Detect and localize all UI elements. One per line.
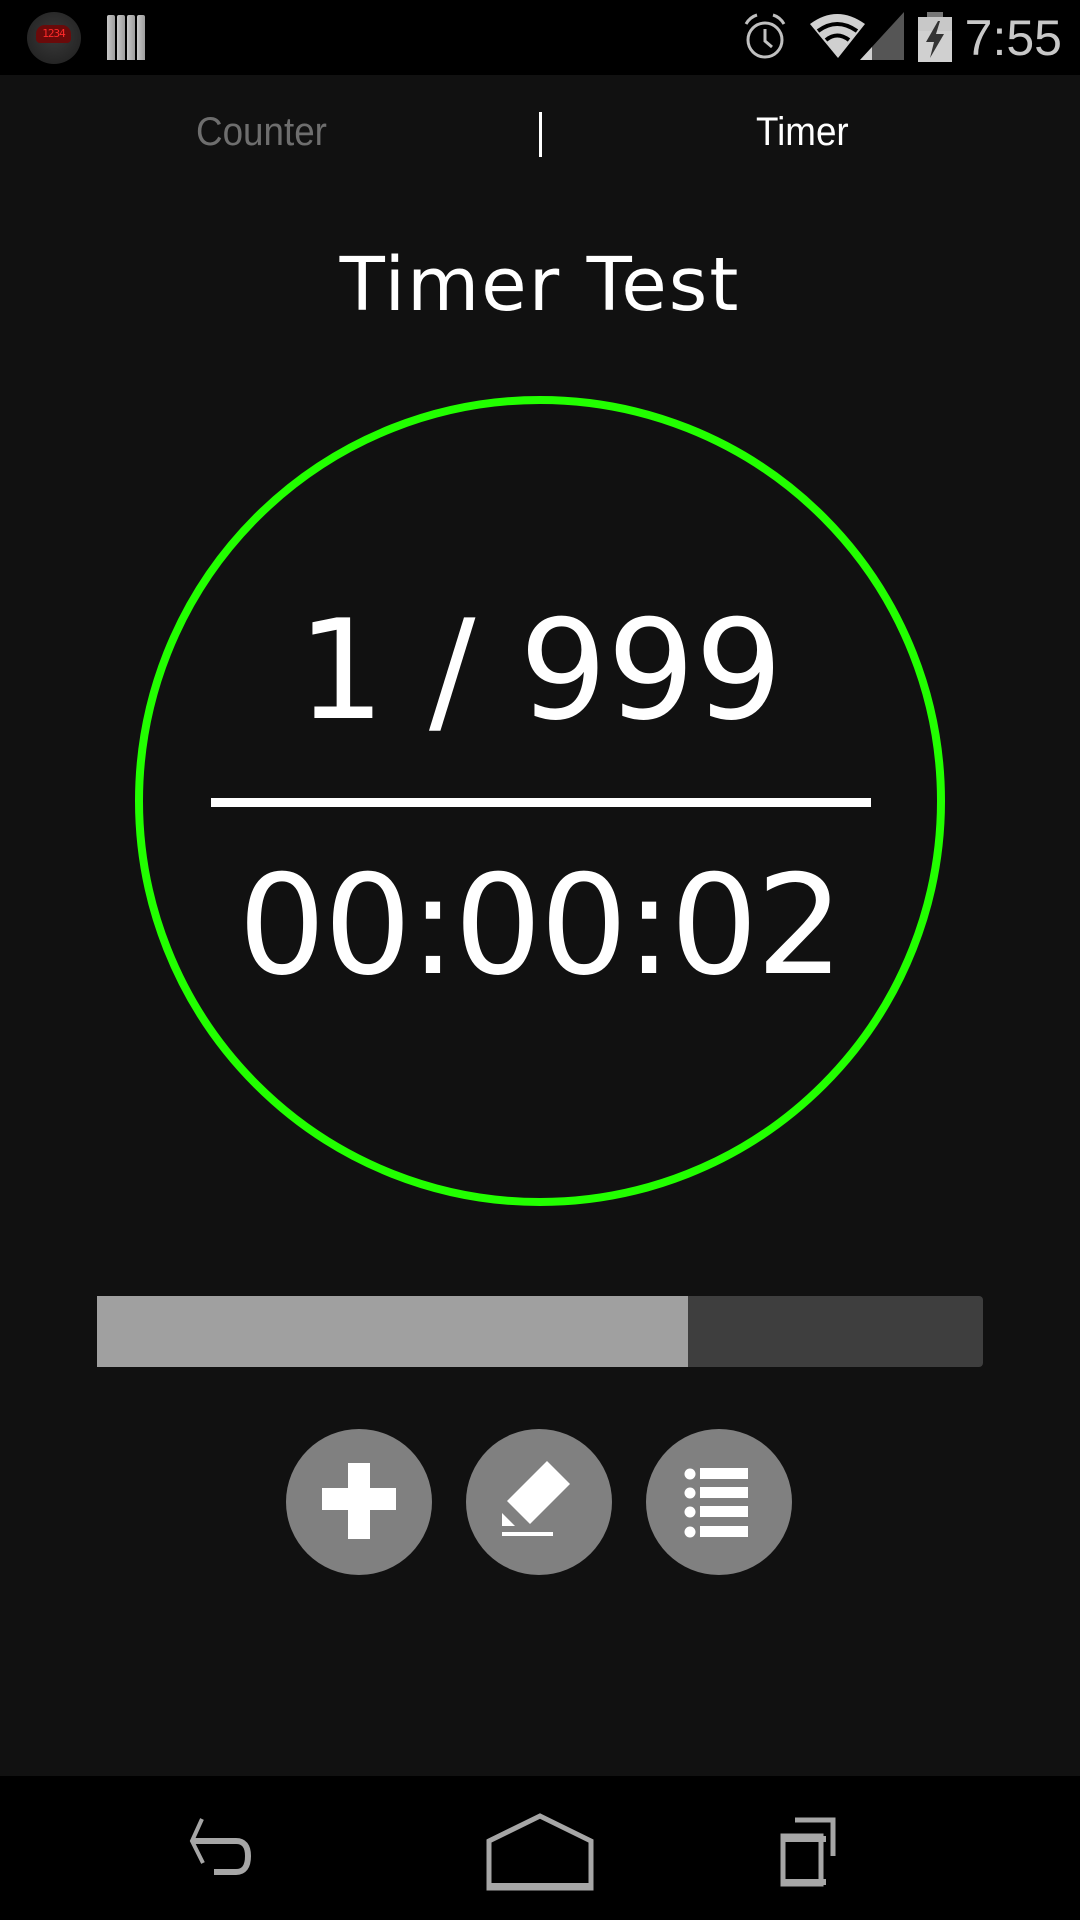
tab-bar: Counter Timer: [0, 75, 1080, 195]
elapsed-time: 00:00:02: [238, 845, 844, 1006]
list-icon: [684, 1468, 748, 1538]
clock: 7:55: [964, 10, 1062, 66]
alarm-icon: [744, 13, 786, 59]
status-bar: 1234 7:55: [0, 0, 1080, 75]
home-icon: [486, 1813, 594, 1891]
back-icon: [189, 1818, 252, 1875]
recents-icon: [780, 1817, 836, 1887]
tab-divider: [539, 112, 542, 157]
counter-app-icon: 1234: [27, 12, 81, 64]
add-button[interactable]: [286, 1429, 432, 1575]
plus-icon: [322, 1463, 396, 1539]
recents-button[interactable]: [740, 1776, 940, 1920]
led-readout: 1234: [36, 25, 71, 43]
list-button[interactable]: [646, 1429, 792, 1575]
progress-fill: [97, 1296, 688, 1367]
bars-app-icon: [107, 15, 145, 60]
timer-title: Timer Test: [339, 242, 741, 328]
progress-bar: [97, 1296, 983, 1367]
count-display: 1 / 999: [297, 590, 783, 751]
battery-charging-icon: [918, 12, 952, 62]
cell-signal-icon: [860, 12, 904, 60]
pencil-icon: [502, 1461, 570, 1536]
home-button[interactable]: [440, 1776, 640, 1920]
navigation-bar: [0, 1776, 1080, 1920]
divider-line: [211, 798, 871, 807]
tab-timer[interactable]: Timer: [756, 110, 849, 155]
back-button[interactable]: [140, 1776, 340, 1920]
tab-counter[interactable]: Counter: [196, 110, 327, 155]
edit-button[interactable]: [466, 1429, 612, 1575]
